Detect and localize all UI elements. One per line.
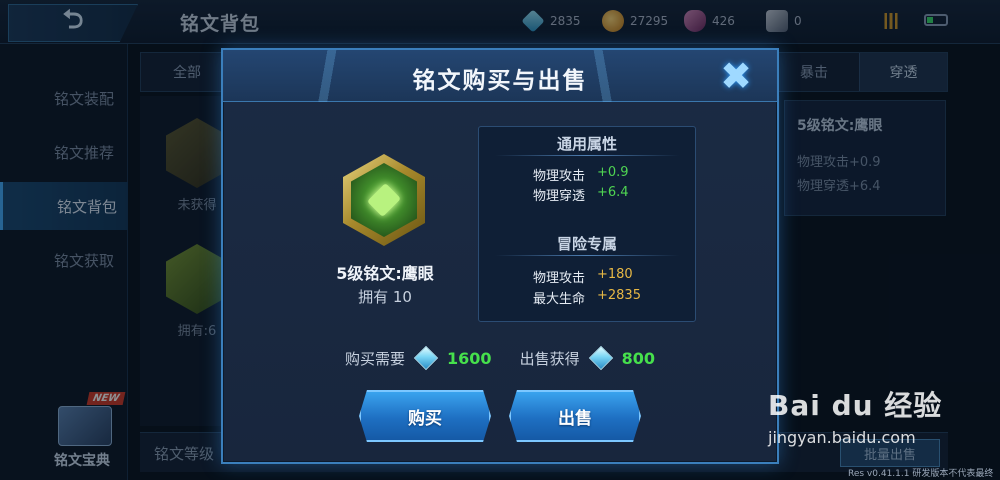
rune-emblem-inner [351, 163, 417, 237]
attribute-panel: 通用属性 物理攻击 +0.9 物理穿透 +6.4 冒险专属 物理攻击 +180 … [478, 126, 696, 322]
attr-key: 物理攻击 [532, 169, 585, 184]
heading-divider [495, 155, 679, 156]
sell-button[interactable]: 出售 [509, 390, 641, 442]
adventure-attrs-heading: 冒险专属 [556, 235, 617, 253]
attr-key: 物理穿透 [532, 189, 585, 204]
sell-gain-value: 800 [621, 348, 655, 368]
watermark-logo: Bai du 经验 [768, 389, 943, 422]
baidu-jingyan-watermark: Bai du 经验 jingyan.baidu.com [768, 384, 968, 456]
gem-icon [413, 345, 439, 371]
attr-value: +0.9 [597, 165, 629, 180]
attr-key: 物理攻击 [532, 271, 585, 286]
attr-row: 物理穿透 +6.4 [479, 185, 695, 204]
rune-owned-count: 拥有 10 [358, 288, 412, 306]
price-row: 购买需要 1600 出售获得 800 [223, 344, 777, 372]
sell-button-label: 出售 [558, 408, 592, 429]
rune-emblem-core [367, 183, 401, 217]
attr-row: 最大生命 +2835 [479, 288, 695, 307]
attr-value: +6.4 [597, 185, 629, 200]
version-text: Res v0.41.1.1 研发版本不代表最终品质 [848, 469, 994, 479]
close-icon: ✖ [720, 54, 752, 98]
attr-row: 物理攻击 +0.9 [479, 165, 695, 184]
heading-divider [495, 255, 679, 256]
close-button[interactable]: ✖ [713, 54, 759, 98]
buy-sell-dialog: 铭文购买与出售 ✖ 5级铭文:鹰眼 拥有 10 通用属性 物理攻击 +0.9 物… [221, 48, 779, 464]
rune-name: 5级铭文:鹰眼 [336, 264, 434, 283]
rune-emblem-icon [343, 154, 425, 246]
buy-cost-value: 1600 [447, 348, 492, 368]
buy-button-label: 购买 [408, 408, 442, 429]
dialog-title: 铭文购买与出售 [412, 68, 588, 94]
attr-row: 物理攻击 +180 [479, 267, 695, 286]
buy-button[interactable]: 购买 [359, 390, 491, 442]
watermark-url: jingyan.baidu.com [768, 428, 916, 447]
attr-value: +180 [597, 267, 633, 282]
general-attrs-heading: 通用属性 [556, 135, 617, 153]
dialog-header: 铭文购买与出售 ✖ [223, 50, 777, 102]
sell-gain-label: 出售获得 [519, 349, 580, 368]
buy-cost-label: 购买需要 [345, 349, 406, 368]
attr-key: 最大生命 [532, 292, 585, 307]
attr-value: +2835 [597, 288, 641, 303]
gem-icon [588, 345, 613, 371]
